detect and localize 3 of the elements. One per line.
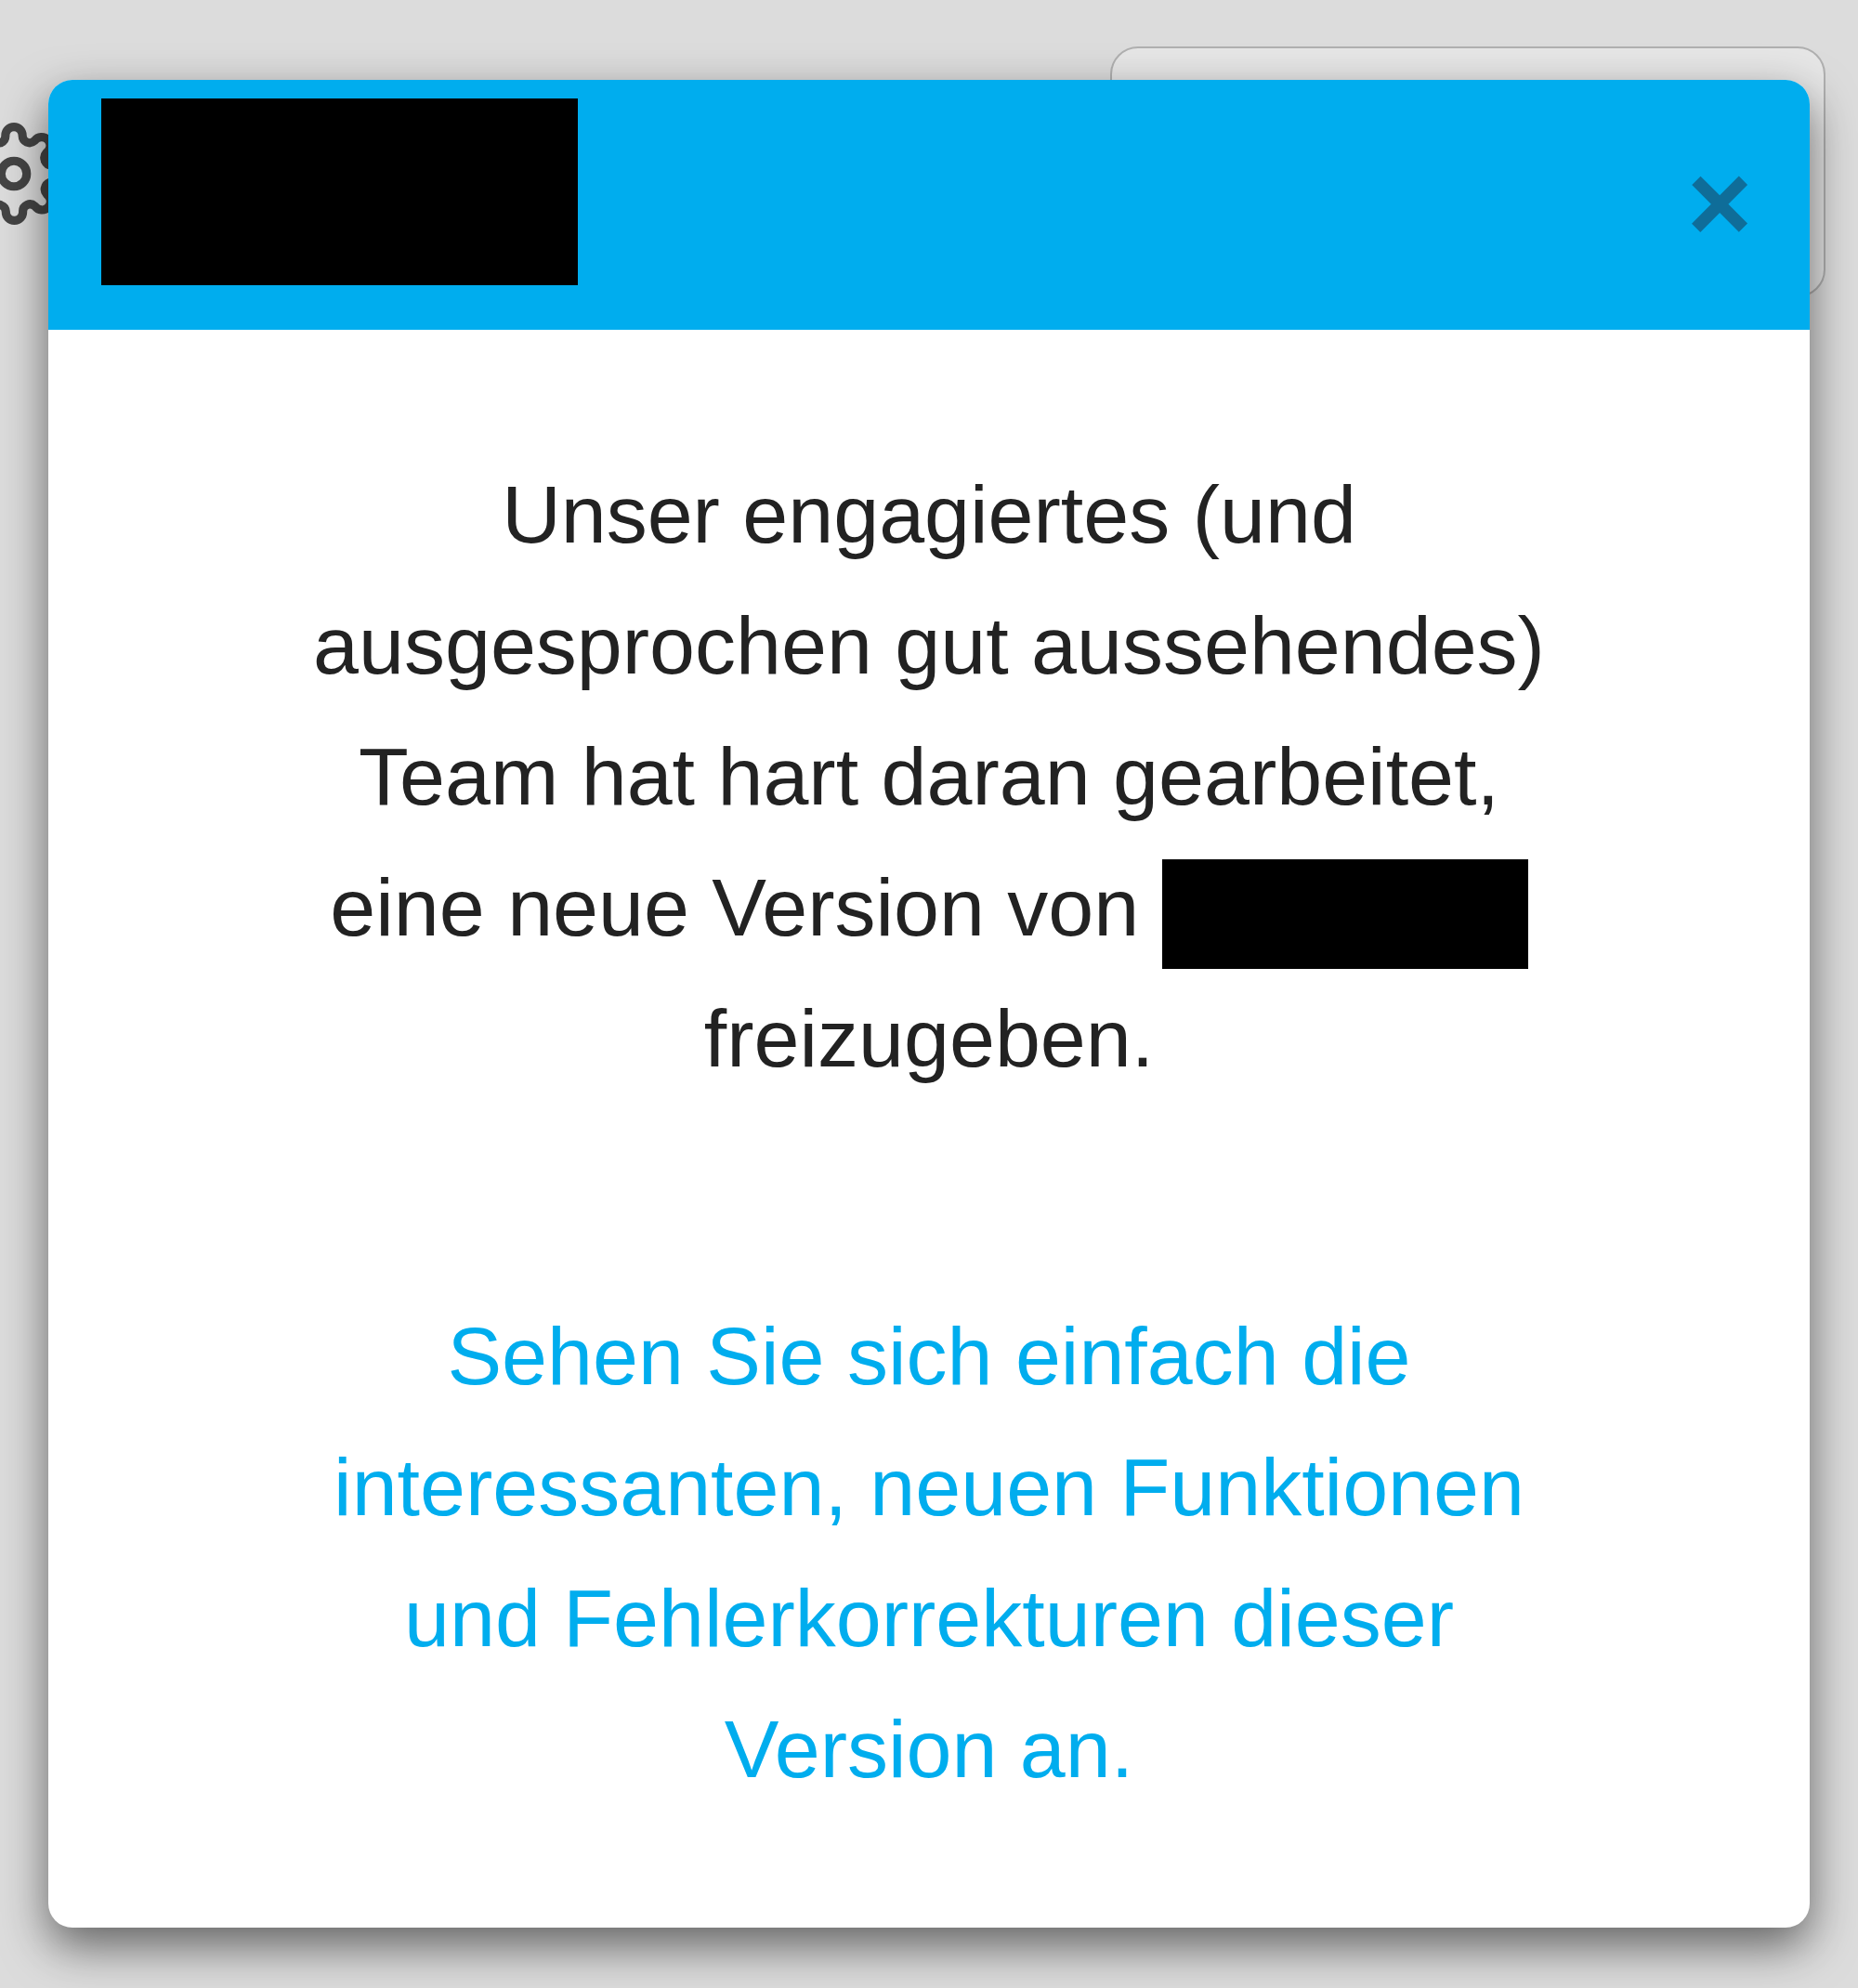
message-text: Unser engagiertes (und ausgesprochen gut aussehendes) Team hat hart daran gearbeitet, eine neue Version von freizugeben. [312,467,1546,1086]
close-button[interactable]: × [1686,156,1752,249]
release-notes-link[interactable]: Sehen Sie sich einfach die interessanten, neuen Funktionen und Fehlerkorrekturen dieser Version an. [260,1290,1598,1814]
